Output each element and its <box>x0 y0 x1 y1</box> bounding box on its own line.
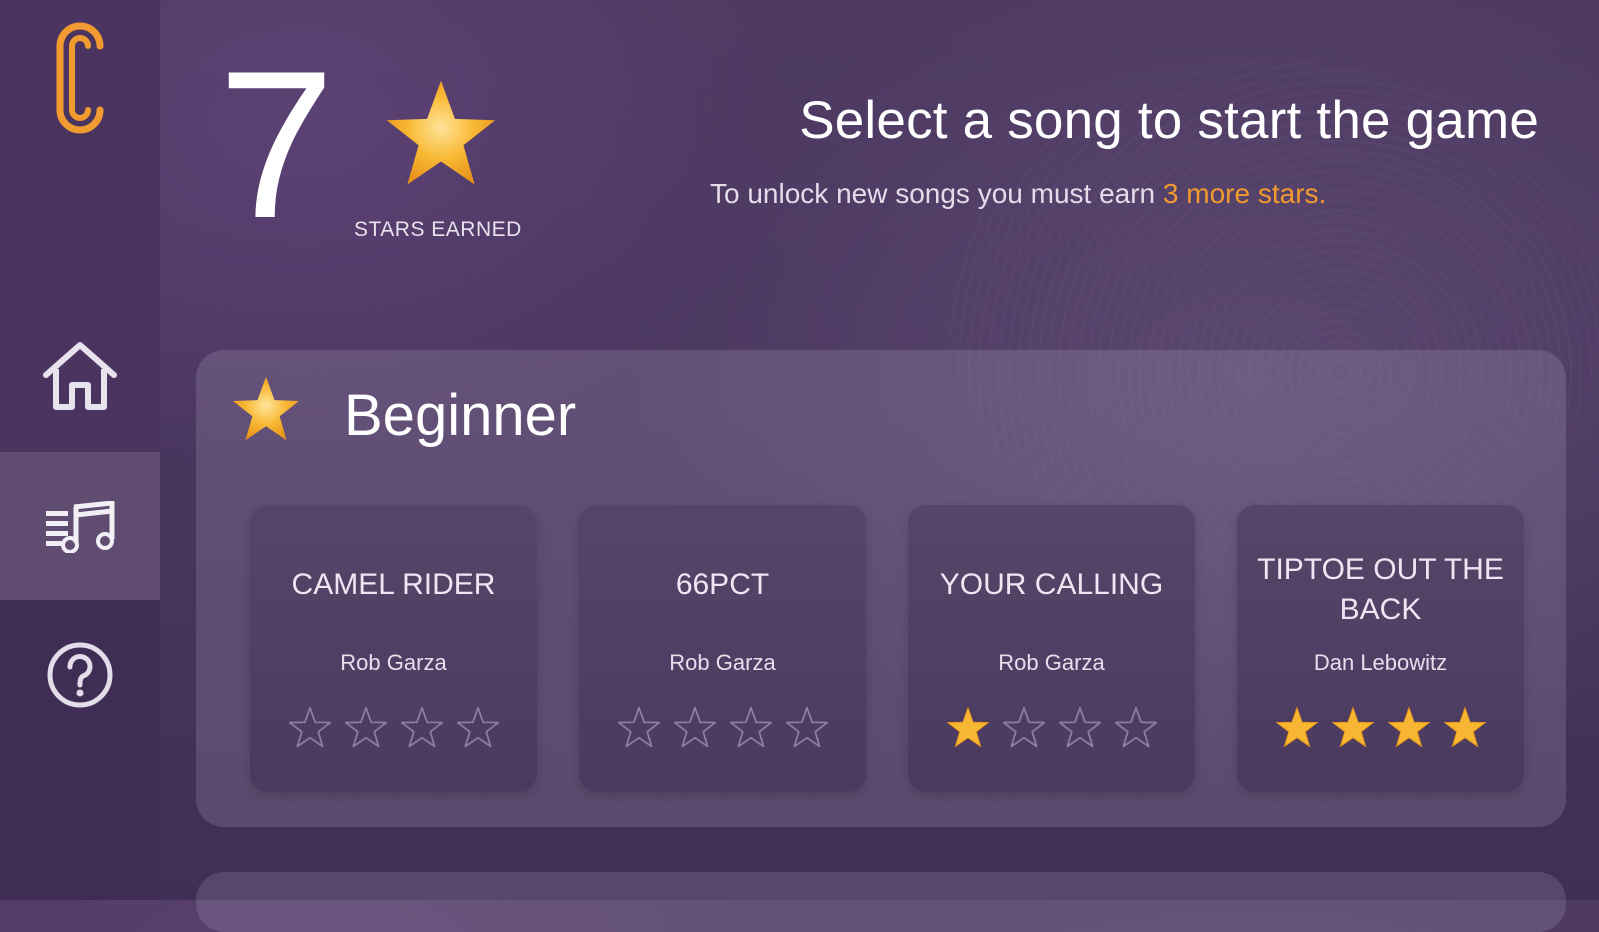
song-rating <box>579 705 866 751</box>
filled-star-icon <box>1330 706 1375 748</box>
unlock-hint-text: To unlock new songs you must earn <box>710 178 1163 209</box>
music-list-icon <box>46 501 115 553</box>
home-icon <box>43 342 117 410</box>
filled-star-icon <box>945 706 990 748</box>
empty-star-icon <box>617 706 660 748</box>
filled-star-icon <box>1274 706 1319 748</box>
stars-earned-count: 7 <box>218 27 335 262</box>
empty-star-icon <box>288 706 331 748</box>
filled-star-icon <box>1386 706 1431 748</box>
empty-star-icon <box>1114 706 1157 748</box>
logo-icon <box>56 22 104 134</box>
song-card[interactable]: 66PCT Rob Garza <box>579 505 866 792</box>
song-rating <box>1237 705 1524 751</box>
empty-star-icon <box>344 706 387 748</box>
sidebar-item-songs[interactable] <box>35 482 125 572</box>
song-title: YOUR CALLING <box>939 568 1164 601</box>
sidebar <box>0 0 160 900</box>
empty-star-icon <box>400 706 443 748</box>
song-rating <box>908 705 1195 751</box>
star-icon <box>386 80 496 185</box>
song-card[interactable]: TIPTOE OUT THE BACK Dan Lebowitz <box>1237 505 1524 792</box>
song-card[interactable]: YOUR CALLING Rob Garza <box>908 505 1195 792</box>
song-title: 66PCT <box>675 568 770 601</box>
next-section-panel <box>196 872 1566 932</box>
song-title: TIPTOE OUT THE BACK <box>1257 553 1504 626</box>
song-list: CAMEL RIDER Rob Garza 66PCT Rob Garza YO… <box>250 505 1524 792</box>
empty-star-icon <box>1058 706 1101 748</box>
empty-star-icon <box>785 706 828 748</box>
unlock-hint: To unlock new songs you must earn 3 more… <box>710 178 1326 210</box>
empty-star-icon <box>1002 706 1045 748</box>
help-icon <box>47 642 113 708</box>
stars-earned-label: STARS EARNED <box>354 218 522 241</box>
empty-star-icon <box>673 706 716 748</box>
empty-star-icon <box>729 706 772 748</box>
song-artist: Dan Lebowitz <box>1313 650 1448 675</box>
filled-star-icon <box>1442 706 1487 748</box>
stars-needed-highlight: 3 more stars. <box>1162 178 1327 209</box>
sidebar-item-home[interactable] <box>35 332 125 422</box>
empty-star-icon <box>456 706 499 748</box>
beginner-star-icon <box>232 376 300 441</box>
page-title: Select a song to start the game <box>799 91 1539 150</box>
song-card[interactable]: CAMEL RIDER Rob Garza <box>250 505 537 792</box>
song-rating <box>250 705 537 751</box>
song-artist: Rob Garza <box>669 650 776 675</box>
song-artist: Rob Garza <box>998 650 1105 675</box>
song-artist: Rob Garza <box>340 650 447 675</box>
sidebar-item-help[interactable] <box>35 630 125 720</box>
section-title: Beginner <box>344 383 577 448</box>
beginner-section: Beginner CAMEL RIDER Rob Garza 66PCT Rob… <box>196 350 1566 827</box>
song-title: CAMEL RIDER <box>291 568 496 601</box>
